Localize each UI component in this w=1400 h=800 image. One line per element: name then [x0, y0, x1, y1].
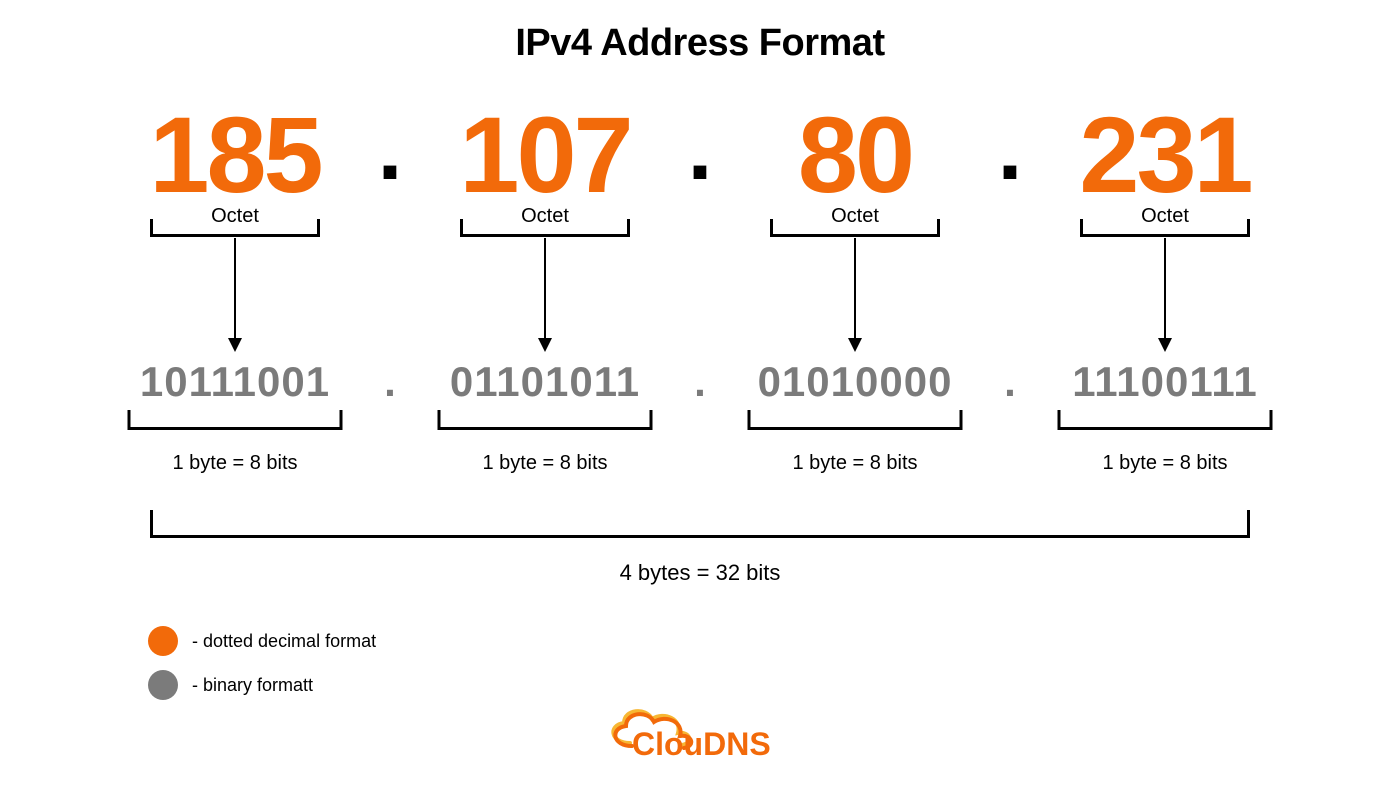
- octet-decimal-4: 231: [1045, 101, 1285, 209]
- octet-binary-3: 01010000: [735, 361, 975, 403]
- byte-label: 1 byte = 8 bits: [1045, 452, 1285, 475]
- dot-separator: .: [665, 358, 735, 406]
- bracket-icon: [150, 219, 320, 237]
- cloudns-logo: ClouDNS: [590, 695, 810, 765]
- byte-bracket-row: 1 byte = 8 bits 1 byte = 8 bits 1 byte =…: [105, 410, 1295, 480]
- bracket-icon: [438, 410, 653, 430]
- arrow-down-icon: [544, 238, 546, 350]
- octet-decimal-3: 80: [735, 101, 975, 209]
- arrow-down-icon: [1164, 238, 1166, 350]
- dot-separator: .: [975, 104, 1045, 194]
- arrow-down-icon: [234, 238, 236, 350]
- bracket-icon: [1058, 410, 1273, 430]
- svg-text:ClouDNS: ClouDNS: [632, 726, 771, 762]
- legend-item-binary: - binary formatt: [148, 670, 376, 700]
- total-bracket-icon: [150, 510, 1250, 538]
- total-label: 4 bytes = 32 bits: [0, 560, 1400, 586]
- decimal-row: 185 . 107 . 80 . 231: [105, 90, 1295, 220]
- dot-separator: .: [665, 104, 735, 194]
- octet-binary-4: 11100111: [1045, 361, 1285, 403]
- dot-separator: .: [355, 358, 425, 406]
- legend: - dotted decimal format - binary formatt: [148, 626, 376, 714]
- bracket-icon: [128, 410, 343, 430]
- byte-label: 1 byte = 8 bits: [735, 452, 975, 475]
- byte-label: 1 byte = 8 bits: [115, 452, 355, 475]
- bracket-icon: [770, 219, 940, 237]
- octet-decimal-2: 107: [425, 101, 665, 209]
- legend-item-decimal: - dotted decimal format: [148, 626, 376, 656]
- byte-label: 1 byte = 8 bits: [425, 452, 665, 475]
- octet-binary-2: 01101011: [425, 361, 665, 403]
- arrow-row: [105, 238, 1295, 368]
- bracket-icon: [1080, 219, 1250, 237]
- bracket-icon: [460, 219, 630, 237]
- bracket-icon: [748, 410, 963, 430]
- legend-swatch-orange: [148, 626, 178, 656]
- dot-separator: .: [355, 104, 425, 194]
- legend-swatch-gray: [148, 670, 178, 700]
- arrow-down-icon: [854, 238, 856, 350]
- diagram-stage: IPv4 Address Format 185 . 107 . 80 . 231…: [0, 0, 1400, 800]
- binary-row: 10111001 . 01101011 . 01010000 . 1110011…: [105, 358, 1295, 406]
- diagram-title: IPv4 Address Format: [0, 22, 1400, 65]
- legend-label-decimal: - dotted decimal format: [192, 631, 376, 652]
- octet-binary-1: 10111001: [115, 361, 355, 403]
- dot-separator: .: [975, 358, 1045, 406]
- octet-decimal-1: 185: [115, 101, 355, 209]
- legend-label-binary: - binary formatt: [192, 675, 313, 696]
